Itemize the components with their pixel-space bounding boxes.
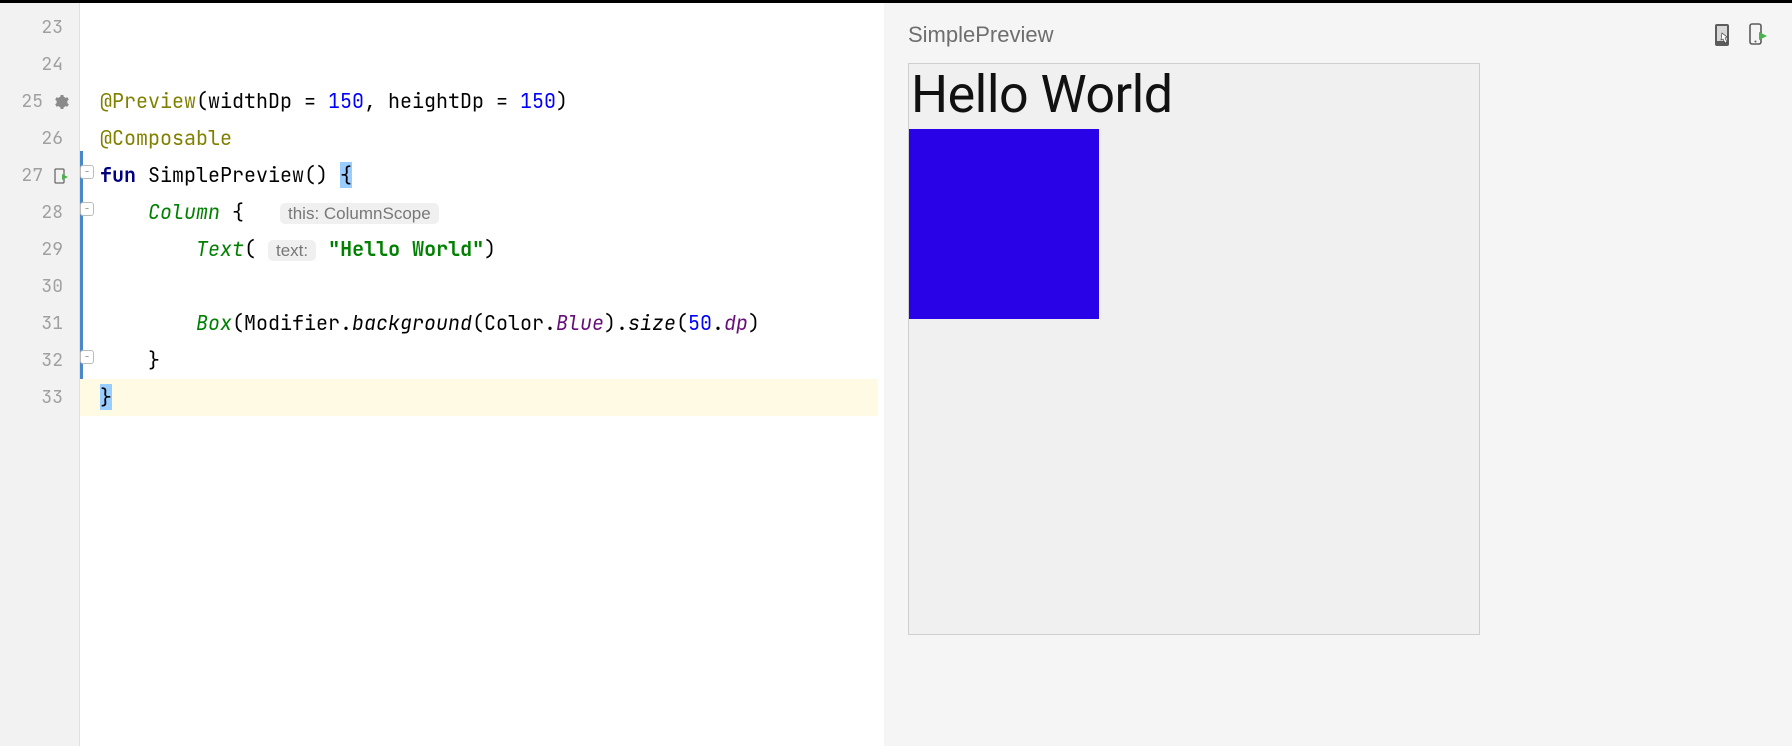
inlay-hint: this: ColumnScope: [280, 203, 439, 224]
gutter-row[interactable]: 31: [0, 305, 79, 342]
line-number: 32: [0, 342, 71, 379]
code-line[interactable]: @Composable: [80, 120, 878, 157]
code-line[interactable]: Text( text: "Hello World"): [80, 231, 878, 268]
inlay-hint: text:: [268, 240, 316, 261]
preview-header: SimplePreview: [908, 15, 1768, 55]
matched-brace: }: [100, 384, 112, 410]
run-icon[interactable]: [51, 166, 71, 186]
preview-box: [909, 129, 1099, 319]
gutter-row[interactable]: 25: [0, 83, 79, 120]
matched-brace: {: [340, 162, 352, 188]
line-number: 29: [0, 231, 71, 268]
editor-pane: 23 24 25 26 27 28 29 30 31 32 33 − − − −…: [0, 3, 878, 746]
code-line[interactable]: [80, 46, 878, 83]
gutter-row[interactable]: 29: [0, 231, 79, 268]
preview-pane: SimplePreview Hello World: [884, 3, 1792, 746]
gutter-row[interactable]: 33: [0, 379, 79, 416]
preview-toolbar: [1712, 22, 1768, 48]
preview-canvas[interactable]: Hello World: [908, 63, 1480, 635]
preview-title: SimplePreview: [908, 22, 1712, 48]
line-number: 31: [0, 305, 71, 342]
gutter-row[interactable]: 24: [0, 46, 79, 83]
gutter-row[interactable]: 32: [0, 342, 79, 379]
code-area[interactable]: − − − − @Preview(widthDp = 150, heightDp…: [80, 3, 878, 746]
deploy-preview-icon[interactable]: [1746, 22, 1768, 48]
interactive-preview-icon[interactable]: [1712, 22, 1734, 48]
code-line[interactable]: }: [80, 342, 878, 379]
code-line-current[interactable]: }: [80, 379, 878, 416]
gutter-row[interactable]: 28: [0, 194, 79, 231]
annotation: @Composable: [100, 125, 232, 151]
code-line[interactable]: @Preview(widthDp = 150, heightDp = 150): [80, 83, 878, 120]
line-number: 24: [0, 46, 71, 83]
line-number: 25: [0, 83, 51, 120]
line-number: 23: [0, 9, 71, 46]
code-line[interactable]: Column { this: ColumnScope: [80, 194, 878, 231]
line-number: 27: [0, 157, 51, 194]
code-line[interactable]: fun SimplePreview() {: [80, 157, 878, 194]
gear-icon[interactable]: [51, 92, 71, 112]
line-number: 28: [0, 194, 71, 231]
code-line[interactable]: [80, 268, 878, 305]
preview-text: Hello World: [909, 64, 1479, 123]
line-number: 30: [0, 268, 71, 305]
gutter-row[interactable]: 23: [0, 9, 79, 46]
annotation: @Preview: [100, 88, 196, 114]
gutter-row[interactable]: 30: [0, 268, 79, 305]
gutter-row[interactable]: 27: [0, 157, 79, 194]
gutter-row[interactable]: 26: [0, 120, 79, 157]
line-number: 26: [0, 120, 71, 157]
code-line[interactable]: Box(Modifier.background(Color.Blue).size…: [80, 305, 878, 342]
line-number: 33: [0, 379, 71, 416]
gutter: 23 24 25 26 27 28 29 30 31 32 33: [0, 3, 80, 746]
code-line[interactable]: [80, 9, 878, 46]
